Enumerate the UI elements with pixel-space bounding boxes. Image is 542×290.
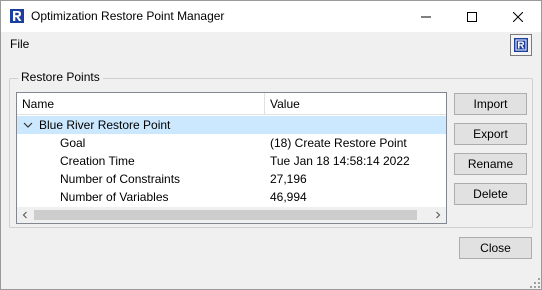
tree-row[interactable]: Goal (18) Create Restore Point <box>17 134 446 152</box>
chevron-left-icon <box>22 211 27 219</box>
tree-row-value: 27,196 <box>270 172 307 186</box>
scroll-right-button[interactable] <box>430 207 446 223</box>
delete-button[interactable]: Delete <box>454 183 527 205</box>
tree-row-value: Tue Jan 18 14:58:14 2022 <box>270 154 410 168</box>
close-window-button[interactable] <box>495 1 541 32</box>
scroll-left-button[interactable] <box>17 207 33 223</box>
chevron-down-icon[interactable] <box>23 120 33 130</box>
minimize-button[interactable] <box>403 1 449 32</box>
menu-bar: File <box>1 32 541 58</box>
column-header-value[interactable]: Value <box>265 93 446 115</box>
restore-point-manager-window: Optimization Restore Point Manager File <box>0 0 542 290</box>
restore-points-tree-table[interactable]: Name Value Blue River Restore Point Goal… <box>16 92 447 224</box>
tree-row[interactable]: Number of Variables 46,994 <box>17 188 446 206</box>
import-button[interactable]: Import <box>454 93 527 115</box>
maximize-icon <box>467 11 477 22</box>
restore-points-group-label: Restore Points <box>18 70 103 84</box>
column-header-name[interactable]: Name <box>17 93 265 115</box>
riverware-menu-button[interactable] <box>510 34 532 56</box>
close-button[interactable]: Close <box>459 237 532 259</box>
window-title: Optimization Restore Point Manager <box>31 9 225 23</box>
resize-grip-icon[interactable] <box>529 277 541 289</box>
title-bar[interactable]: Optimization Restore Point Manager <box>1 1 541 32</box>
tree-row-value: 46,994 <box>270 190 307 204</box>
tree-row[interactable]: Creation Time Tue Jan 18 14:58:14 2022 <box>17 152 446 170</box>
minimize-icon <box>421 16 431 17</box>
riverware-logo-icon <box>514 38 528 52</box>
tree-row-name: Creation Time <box>60 154 135 168</box>
tree-row-name: Goal <box>60 136 86 150</box>
scrollbar-thumb[interactable] <box>34 210 417 220</box>
tree-row-name: Number of Variables <box>60 190 169 204</box>
export-button[interactable]: Export <box>454 123 527 145</box>
horizontal-scrollbar[interactable] <box>17 207 446 223</box>
riverware-logo-icon <box>10 9 24 23</box>
tree-row-name: Number of Constraints <box>60 172 181 186</box>
tree-row-name: Blue River Restore Point <box>39 118 171 132</box>
rename-button[interactable]: Rename <box>454 153 527 175</box>
tree-row-value: (18) Create Restore Point <box>270 136 407 150</box>
close-icon <box>513 11 523 22</box>
tree-row[interactable]: Number of Constraints 27,196 <box>17 170 446 188</box>
chevron-right-icon <box>436 211 441 219</box>
menu-file[interactable]: File <box>10 37 29 51</box>
tree-row-restore-point[interactable]: Blue River Restore Point <box>17 116 446 134</box>
maximize-button[interactable] <box>449 1 495 32</box>
